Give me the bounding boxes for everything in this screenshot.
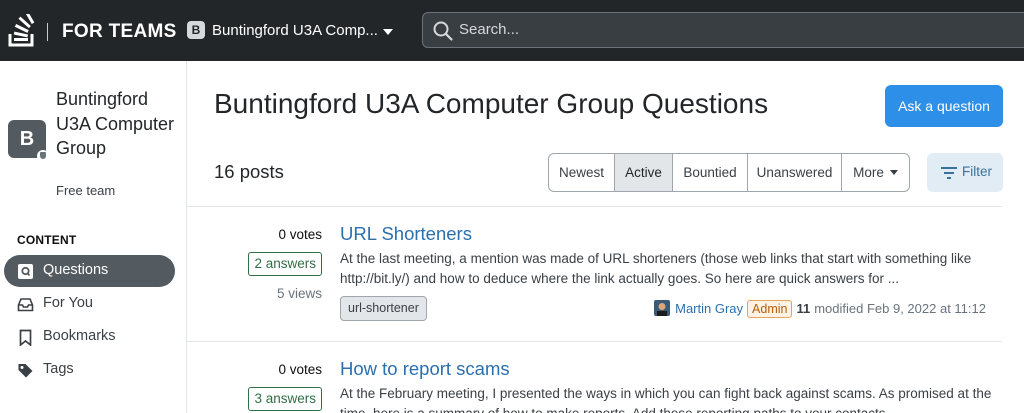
sidebar-item-label: Questions — [43, 262, 109, 278]
tag-icon — [18, 364, 33, 378]
reputation: 11 — [796, 301, 811, 316]
questions-icon — [18, 264, 33, 279]
question-excerpt: At the last meeting, a mention was made … — [340, 251, 972, 286]
search-icon — [433, 21, 453, 41]
post-count: 16 posts — [214, 161, 284, 182]
content-heading: CONTENT — [17, 233, 77, 247]
team-plan: Free team — [56, 183, 116, 198]
bookmark-icon — [19, 329, 32, 346]
chevron-down-icon — [889, 170, 898, 175]
sidebar-item-bookmarks[interactable]: Bookmarks — [4, 321, 175, 353]
tab-bountied[interactable]: Bountied — [673, 154, 748, 191]
question-author-meta: Martin Gray Admin 11 modified Feb 9, 2022 a… — [654, 300, 986, 320]
filter-label: Filter — [962, 164, 992, 179]
question-title-link[interactable]: How to report scams — [340, 358, 510, 380]
chevron-down-icon — [383, 29, 393, 35]
team-switcher[interactable]: B Buntingford U3A Comp... — [180, 14, 400, 48]
modified-time[interactable]: modified Feb 9, 2022 at 11:12 — [814, 301, 986, 316]
sidebar-item-tags[interactable]: Tags — [4, 354, 175, 386]
tab-active[interactable]: Active — [615, 154, 673, 191]
sidebar-item-label: For You — [43, 295, 93, 311]
filter-icon — [941, 167, 957, 179]
tag-url-shortener[interactable]: url-shortener — [340, 296, 427, 321]
for-teams-label[interactable]: FOR TEAMS — [62, 21, 177, 43]
answer-count-badge: 2 answers — [248, 252, 322, 276]
list-divider — [187, 341, 1002, 342]
inbox-icon — [17, 298, 34, 312]
team-switcher-name: Buntingford U3A Comp... — [212, 22, 378, 39]
shield-icon — [37, 150, 49, 162]
stack-overflow-logo-icon[interactable] — [6, 14, 40, 48]
tab-newest[interactable]: Newest — [549, 154, 615, 191]
vote-count: 0 votes — [278, 227, 322, 242]
list-divider — [187, 206, 1002, 207]
question-title-link[interactable]: URL Shorteners — [340, 223, 472, 245]
sidebar-item-questions[interactable]: Questions — [4, 255, 175, 287]
sidebar-item-for-you[interactable]: For You — [4, 288, 175, 320]
team-title[interactable]: Buntingford U3A Computer Group — [56, 87, 176, 161]
author-link[interactable]: Martin Gray — [675, 301, 743, 316]
search-placeholder: Search... — [459, 21, 520, 38]
view-count: 5 views — [276, 286, 322, 301]
team-switcher-avatar: B — [187, 21, 205, 39]
search-input[interactable]: Search... — [422, 12, 1024, 48]
sort-tabs: Newest Active Bountied Unanswered More — [548, 153, 910, 192]
tab-unanswered[interactable]: Unanswered — [748, 154, 842, 191]
top-bar: FOR TEAMS B Buntingford U3A Comp... Sear… — [0, 0, 1024, 61]
admin-badge: Admin — [747, 300, 793, 318]
left-sidebar: B Buntingford U3A Computer Group Free te… — [0, 61, 187, 413]
vote-count: 0 votes — [278, 362, 322, 377]
answer-count-badge: 3 answers — [248, 387, 322, 411]
question-excerpt: At the February meeting, I presented the… — [340, 386, 992, 413]
ask-question-button[interactable]: Ask a question — [885, 85, 1003, 127]
tab-more[interactable]: More — [842, 154, 909, 191]
tab-more-label: More — [853, 165, 884, 180]
page-title: Buntingford U3A Computer Group Questions — [214, 88, 769, 119]
sidebar-item-label: Tags — [43, 361, 74, 377]
logo-divider — [47, 23, 48, 41]
filter-button[interactable]: Filter — [927, 153, 1003, 192]
avatar[interactable] — [654, 300, 671, 316]
sidebar-item-label: Bookmarks — [43, 328, 116, 344]
user-avatar-icon — [654, 300, 671, 316]
